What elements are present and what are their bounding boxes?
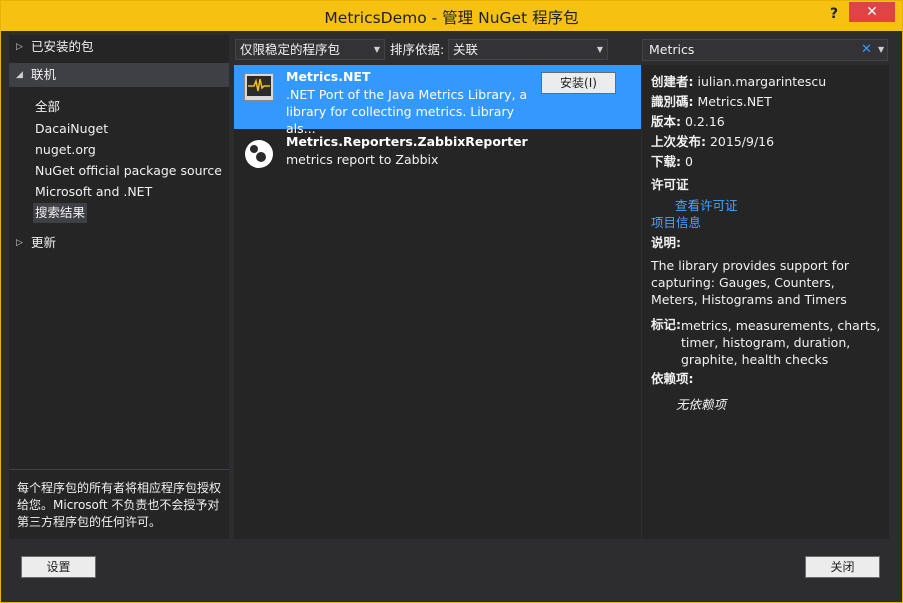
id-line: 識別碼: Metrics.NET [651, 92, 772, 112]
version-line: 版本: 0.2.16 [651, 112, 725, 132]
title-bar: MetricsDemo - 管理 NuGet 程序包 ? ✕ [1, 1, 902, 31]
version-value: 0.2.16 [684, 114, 725, 129]
license-label: 许可证 [651, 175, 689, 195]
source-item-all[interactable]: 全部 [35, 97, 60, 117]
downloads-line: 下载: 0 [651, 152, 693, 172]
license-heading: 许可证 [651, 177, 689, 192]
published-line: 上次发布: 2015/9/16 [651, 132, 774, 152]
clear-search-icon[interactable]: ✕ [861, 41, 872, 59]
creator-line: 创建者: iulian.margarintescu [651, 72, 826, 92]
expand-arrow-icon[interactable]: ▷ [16, 231, 23, 255]
package-list: Metrics.NET .NET Port of the Java Metric… [234, 65, 641, 539]
source-tree: ▷ 已安装的包 ◢ 联机 全部 DacaiNuget nuget.org NuG… [9, 35, 229, 539]
description-label: 说明: [651, 233, 681, 253]
published-value: 2015/9/16 [709, 134, 775, 149]
package-name: Metrics.Reporters.ZabbixReporter [286, 134, 528, 149]
source-item-dacainuget[interactable]: DacaiNuget [35, 119, 108, 139]
dependencies-value: 无依赖项 [676, 397, 727, 412]
help-button[interactable]: ? [823, 3, 845, 25]
package-details: 创建者: iulian.margarintescu 識別碼: Metrics.N… [642, 65, 889, 539]
project-info-link[interactable]: 项目信息 [651, 213, 701, 233]
tree-item-label: 联机 [31, 67, 57, 82]
package-manager-window: MetricsDemo - 管理 NuGet 程序包 ? ✕ ▷ 已安装的包 ◢… [0, 0, 903, 603]
downloads-label: 下载: [651, 154, 681, 169]
window-close-button[interactable]: ✕ [849, 2, 895, 22]
package-row-metrics-net[interactable]: Metrics.NET .NET Port of the Java Metric… [234, 65, 641, 136]
chevron-down-icon[interactable]: ▼ [878, 41, 884, 59]
settings-button[interactable]: 设置 [21, 556, 96, 578]
filter-dropdown[interactable]: 仅限稳定的程序包 ▼ [235, 39, 385, 60]
chevron-down-icon: ▼ [373, 45, 380, 54]
tags-heading: 标记: [651, 317, 681, 332]
package-icon [244, 73, 274, 101]
close-button[interactable]: 关闭 [805, 556, 880, 578]
tree-item-installed[interactable]: ▷ 已安装的包 [9, 35, 229, 59]
tree-item-label: 已安装的包 [31, 39, 94, 54]
id-label: 識別碼: [651, 94, 694, 109]
filter-value: 仅限稳定的程序包 [240, 42, 341, 57]
chevron-down-icon: ▼ [596, 45, 603, 54]
license-notice: 每个程序包的所有者将相应程序包授权给您。Microsoft 不负责也不会授予对第… [9, 469, 229, 539]
package-description: .NET Port of the Java Metrics Library, a… [286, 87, 528, 136]
tree-item-label: 更新 [31, 235, 57, 250]
window-title: MetricsDemo - 管理 NuGet 程序包 [324, 9, 579, 27]
collapse-arrow-icon[interactable]: ◢ [16, 63, 23, 87]
published-label: 上次发布: [651, 134, 706, 149]
tags-label: 标记: [651, 315, 681, 335]
sort-value: 关联 [453, 42, 479, 57]
tree-item-updates[interactable]: ▷ 更新 [9, 231, 229, 255]
package-description: metrics report to Zabbix [286, 152, 439, 167]
id-value: Metrics.NET [697, 94, 772, 109]
sort-dropdown[interactable]: 关联 ▼ [448, 39, 608, 60]
description-text: The library provides support for capturi… [651, 258, 849, 307]
install-button[interactable]: 安装(I) [541, 72, 616, 94]
source-item-search-results[interactable]: 搜索结果 [33, 203, 88, 223]
downloads-value: 0 [684, 154, 693, 169]
source-item-nuget-official[interactable]: NuGet official package source [35, 161, 222, 181]
tree-item-online[interactable]: ◢ 联机 [9, 63, 229, 87]
source-item-microsoft-dotnet[interactable]: Microsoft and .NET [35, 182, 152, 202]
dependencies-label: 依赖项: [651, 369, 694, 389]
expand-arrow-icon[interactable]: ▷ [16, 35, 23, 59]
source-item-nuget-org[interactable]: nuget.org [35, 140, 96, 160]
search-input[interactable]: Metrics [642, 39, 888, 61]
creator-value: iulian.margarintescu [697, 74, 827, 89]
tags-text: metrics, measurements, charts, timer, hi… [681, 318, 881, 367]
list-toolbar: 仅限稳定的程序包 ▼ 排序依据: 关联 ▼ [235, 39, 641, 61]
package-icon [244, 139, 274, 168]
sort-label: 排序依据: [390, 42, 445, 57]
version-label: 版本: [651, 114, 681, 129]
description-heading: 说明: [651, 235, 681, 250]
package-row-zabbix-reporter[interactable]: Metrics.Reporters.ZabbixReporter metrics… [234, 131, 641, 195]
package-name: Metrics.NET [286, 69, 371, 84]
creator-label: 创建者: [651, 74, 694, 89]
dependencies-heading: 依赖项: [651, 371, 694, 386]
